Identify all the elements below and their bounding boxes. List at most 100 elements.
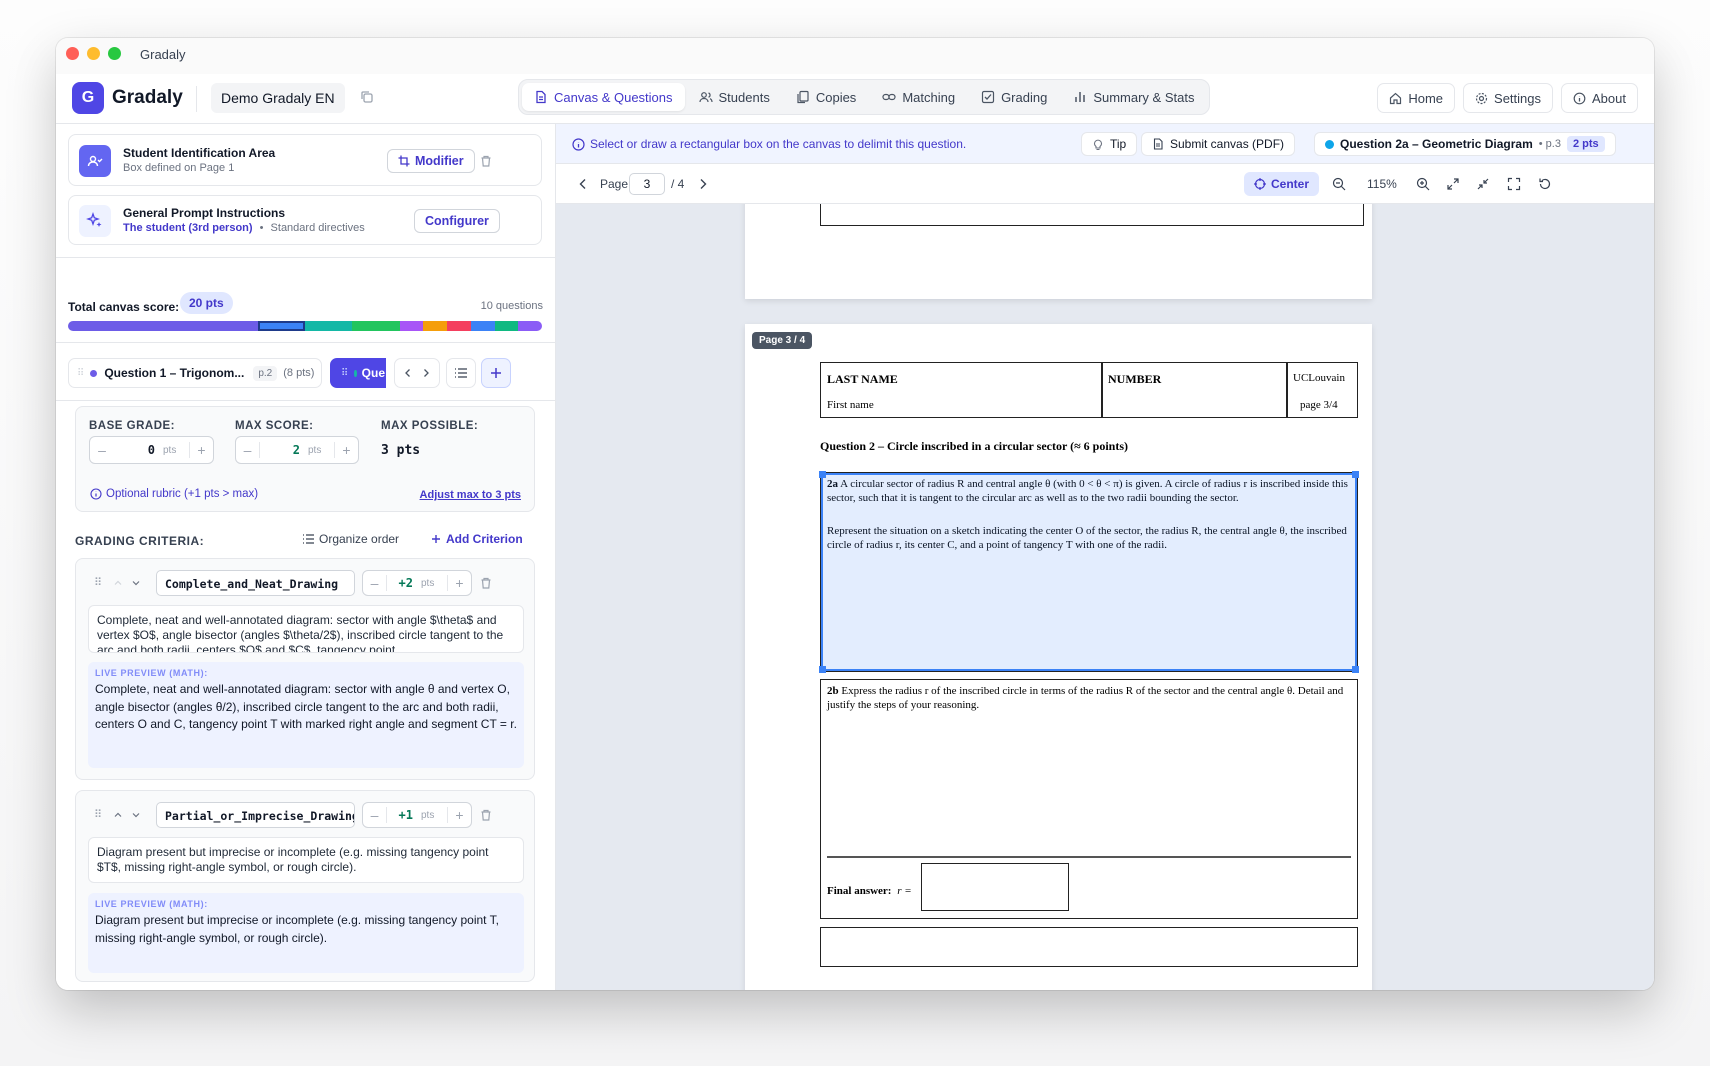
trash-icon[interactable] <box>479 576 493 590</box>
criterion-points-value[interactable]: +1 <box>387 808 421 822</box>
resize-handle[interactable] <box>1352 471 1359 478</box>
question-tab-q1[interactable]: ⠿ Question 1 – Trigonom... p.2 (8 pts) <box>68 358 322 388</box>
chevron-up-icon[interactable] <box>113 578 123 588</box>
tab-label: Summary & Stats <box>1093 89 1195 105</box>
criterion-points-stepper[interactable]: – +1 pts + <box>362 802 472 828</box>
page-total: / 4 <box>671 177 685 191</box>
copy-icon[interactable] <box>360 90 374 104</box>
base-grade-value[interactable]: 0 <box>114 443 163 457</box>
selection-box[interactable] <box>819 471 1359 673</box>
current-question-chip[interactable]: Question 2a – Geometric Diagram • p.3 2 … <box>1314 132 1616 156</box>
home-label: Home <box>1408 90 1444 106</box>
criterion-name-input[interactable]: Complete_and_Neat_Drawing <box>156 570 355 596</box>
tab-grading[interactable]: Grading <box>969 83 1059 111</box>
decrement-button[interactable]: – <box>236 442 260 458</box>
answer-divider <box>827 856 1351 858</box>
maximize-window-button[interactable] <box>108 47 121 60</box>
resize-handle[interactable] <box>819 471 826 478</box>
chevron-left-icon[interactable] <box>403 368 413 378</box>
tab-copies[interactable]: Copies <box>784 83 868 111</box>
submit-canvas-button[interactable]: Submit canvas (PDF) <box>1141 132 1296 156</box>
modify-id-area-button[interactable]: Modifier <box>387 149 475 173</box>
chevron-right-icon[interactable] <box>696 177 710 191</box>
home-button[interactable]: Home <box>1377 83 1456 113</box>
score-segment <box>423 321 448 331</box>
organize-order-button[interactable]: Organize order <box>302 532 399 546</box>
configure-prompt-button[interactable]: Configurer <box>414 209 500 233</box>
criterion-points-value[interactable]: +2 <box>387 576 421 590</box>
zoom-out-icon[interactable] <box>1332 177 1346 191</box>
page-number-input[interactable]: 3 <box>629 173 665 195</box>
chevron-up-icon[interactable] <box>113 810 123 820</box>
user-badge-icon <box>79 145 111 177</box>
criterion-points-stepper[interactable]: – +2 pts + <box>362 570 472 596</box>
tab-summary-stats[interactable]: Summary & Stats <box>1061 83 1206 111</box>
prompt-directives: Standard directives <box>270 222 365 234</box>
base-grade-label: BASE GRADE: <box>89 420 176 432</box>
document-icon <box>536 90 546 104</box>
project-selector[interactable]: Demo Gradaly EN <box>211 83 345 113</box>
add-criterion-button[interactable]: Add Criterion <box>431 532 523 546</box>
score-distribution-bar <box>68 321 542 331</box>
expand-icon[interactable] <box>1446 177 1460 191</box>
center-button[interactable]: Center <box>1244 172 1320 196</box>
question-list-button[interactable] <box>446 358 476 388</box>
close-window-button[interactable] <box>66 47 79 60</box>
tab-students[interactable]: Students <box>687 83 782 111</box>
increment-button[interactable]: + <box>189 442 213 458</box>
reset-icon[interactable] <box>1538 177 1552 191</box>
chevron-down-icon[interactable] <box>131 578 141 588</box>
resize-handle[interactable] <box>1352 666 1359 673</box>
fullscreen-icon[interactable] <box>1507 177 1521 191</box>
zoom-in-icon[interactable] <box>1416 177 1430 191</box>
max-score-value[interactable]: 2 <box>260 443 308 457</box>
optional-rubric-note: Optional rubric (+1 pts > max) <box>106 488 259 500</box>
settings-label: Settings <box>1494 90 1542 106</box>
question-2b-box: 2b Express the radius r of the inscribed… <box>820 679 1358 919</box>
drag-handle-icon[interactable]: ⠿ <box>94 576 102 589</box>
plus-icon <box>491 368 501 378</box>
increment-button[interactable]: + <box>334 442 358 458</box>
chevron-right-icon[interactable] <box>421 368 431 378</box>
settings-button[interactable]: Settings <box>1463 83 1554 113</box>
add-question-button[interactable] <box>481 358 511 388</box>
decrement-button[interactable]: – <box>363 575 387 591</box>
main-tabs: Canvas & Questions Students Copies Match… <box>518 79 1211 115</box>
criterion-description-input[interactable]: Diagram present but imprecise or incompl… <box>88 837 524 883</box>
trash-icon[interactable] <box>479 154 493 168</box>
question-count: 10 questions <box>480 300 543 312</box>
about-button[interactable]: About <box>1561 83 1638 113</box>
question-tab-active[interactable]: ⠿ Que <box>330 358 386 388</box>
drag-handle-icon: ⠿ <box>77 367 85 379</box>
decrement-button[interactable]: – <box>90 442 114 458</box>
preview-text: Diagram present but imprecise or incompl… <box>95 913 499 945</box>
tab-label: Matching <box>902 89 956 105</box>
criterion-name-input[interactable]: Partial_or_Imprecise_Drawing <box>156 802 355 828</box>
modify-label: Modifier <box>415 154 464 168</box>
page-label-pdf: page 3/4 <box>1300 399 1338 411</box>
final-answer-label: Final answer: <box>827 885 892 897</box>
increment-button[interactable]: + <box>447 807 471 823</box>
chevron-left-icon[interactable] <box>576 177 590 191</box>
chevron-down-icon[interactable] <box>131 810 141 820</box>
score-segment <box>494 321 519 331</box>
tab-matching[interactable]: Matching <box>870 83 967 111</box>
drag-handle-icon[interactable]: ⠿ <box>94 808 102 821</box>
resize-handle[interactable] <box>819 666 826 673</box>
max-score-stepper[interactable]: – 2 pts + <box>235 436 359 464</box>
pdf-viewer[interactable]: Page 3 / 4 LAST NAME First name NUMBER U… <box>556 204 1654 990</box>
tip-button[interactable]: Tip <box>1081 132 1138 156</box>
max-score-label: MAX SCORE: <box>235 420 314 432</box>
canvas-panel: Select or draw a rectangular box on the … <box>556 124 1654 990</box>
tab-canvas-questions[interactable]: Canvas & Questions <box>522 83 685 111</box>
trash-icon[interactable] <box>479 808 493 822</box>
total-score-badge: 20 pts <box>180 292 233 314</box>
increment-button[interactable]: + <box>447 575 471 591</box>
criterion-description-input[interactable]: Complete, neat and well-annotated diagra… <box>88 605 524 653</box>
q2b-tag: 2b <box>827 685 839 697</box>
shrink-icon[interactable] <box>1476 177 1490 191</box>
adjust-max-link[interactable]: Adjust max to 3 pts <box>420 489 521 501</box>
decrement-button[interactable]: – <box>363 807 387 823</box>
minimize-window-button[interactable] <box>87 47 100 60</box>
base-grade-stepper[interactable]: – 0 pts + <box>89 436 214 464</box>
